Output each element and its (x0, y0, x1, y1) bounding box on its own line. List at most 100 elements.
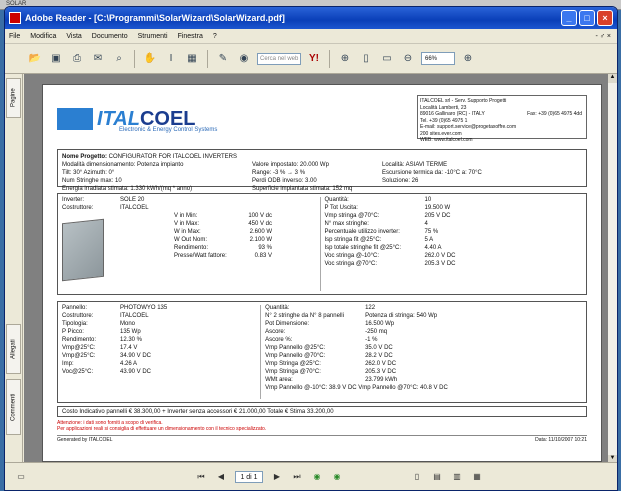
email-icon[interactable]: ✉ (90, 51, 106, 67)
italcoel-logo: ITAL COEL Electronic & Energy Control Sy… (57, 95, 217, 143)
project-row: Energia irradiata stimata: 1.330 kWh/(mq… (62, 185, 582, 193)
status-bar: ▭ ⏮ ◀ 1 di 1 ▶ ⏭ ◉ ◉ ▯ ▤ ▥ ▦ (5, 462, 617, 490)
title-bar[interactable]: Adobe Reader - [C:\Programmi\SolarWizard… (5, 7, 617, 29)
disclaimer: Attenzione: i dati sono forniti a scopo … (57, 420, 587, 432)
zoom-in-icon[interactable]: ⊕ (460, 51, 476, 67)
toolbar-separator (207, 49, 208, 68)
menu-help[interactable]: ? (213, 33, 217, 40)
continuous-icon[interactable]: ▤ (431, 471, 443, 483)
logo-subtitle: Electronic & Energy Control Systems (119, 127, 218, 133)
menu-modifica[interactable]: Modifica (30, 33, 56, 40)
doc-window-controls[interactable]: - ♂ × (595, 33, 611, 40)
menu-file[interactable]: File (9, 33, 20, 40)
globe-icon[interactable]: ◉ (236, 51, 252, 67)
menu-finestra[interactable]: Finestra (178, 33, 203, 40)
address-fax: Fax: +39 (0)65 4975 4dd (527, 111, 582, 117)
facing-icon[interactable]: ▥ (451, 471, 463, 483)
inverter-spec-row: Inverter: SOLE 20 (62, 197, 145, 203)
panel-result-row: Vmp Stringa @70°C: 205.3 V DC (265, 369, 397, 375)
inverter-results: Quantità: 10 P Tot Uscita: 19.500 W Vmp st… (319, 197, 583, 291)
page-header: ITAL COEL Electronic & Energy Control Sy… (57, 95, 587, 143)
pdf-page: ITAL COEL Electronic & Energy Control Sy… (42, 84, 602, 462)
panel-results: Quantità: 122 N° 2 stringhe da N° 8 panne… (260, 305, 582, 399)
inverter-spec-row: Costruttore: ITALCOEL (62, 205, 149, 211)
project-box: Nome Progetto: CONFIGURATOR FOR ITALCOEL… (57, 149, 587, 192)
inverter-spec-row: V in Max: 450 V dc (174, 221, 272, 227)
single-page-icon[interactable]: ▯ (411, 471, 423, 483)
zoom-icon[interactable]: ⊕ (337, 51, 353, 67)
reader-window: Adobe Reader - [C:\Programmi\SolarWizard… (4, 6, 618, 491)
zoom-out-icon[interactable]: ⊖ (400, 51, 416, 67)
address-box: ITALCOEL srl - Serv. Supporto Progetti L… (417, 95, 587, 143)
project-field: Perdi ODB inverso: 3.00 (252, 178, 317, 184)
project-name-row: Nome Progetto: CONFIGURATOR FOR ITALCOEL… (62, 153, 582, 161)
panel-result-row: Vmp Stringa @25°C: 262.0 V DC (265, 361, 397, 367)
panel-spec-row: Vmp@25°C: 34.90 V DC (62, 353, 152, 359)
minimize-button[interactable]: _ (561, 10, 577, 26)
fit-width-icon[interactable]: ▭ (379, 51, 395, 67)
web-search-input[interactable]: Cerca nel web (257, 52, 301, 65)
inverter-result-row: Voc stringa @70°C: 205.3 V DC (324, 261, 456, 267)
panel-spec-row: Vmp@25°C: 17.4 V (62, 345, 138, 351)
inverter-result-row: Quantità: 10 (324, 197, 432, 203)
project-row: Num Stringhe max: 10 Perdi ODB inverso: 3… (62, 177, 582, 185)
project-field: Energia irradiata stimata: 1.330 kWh/(mq… (62, 186, 193, 192)
tab-pagine[interactable]: Pagine (6, 78, 21, 118)
panel-specs: Pannello: PHOTOWYO 135 Costruttore: ITALCO… (62, 305, 260, 399)
panel-extra-row: Vmp Pannello @-10°C: 38.9 V DC Vmp Panne… (265, 385, 448, 391)
project-field: Num Stringhe max: 10 (62, 178, 122, 184)
inverter-spec-row: V in Min: 100 V dc (174, 213, 272, 219)
project-field: Valore impostato: 20.000 Wp (252, 162, 329, 168)
maximize-button[interactable]: □ (579, 10, 595, 26)
comment-icon[interactable]: ✎ (215, 51, 231, 67)
yahoo-icon[interactable]: Y! (306, 51, 322, 67)
print-icon[interactable]: ⎙ (69, 51, 85, 67)
app-icon (9, 12, 21, 24)
open-icon[interactable]: 📂 (27, 51, 43, 67)
footer-date: Data: 11/10/2007 10:21 (535, 437, 587, 443)
menu-vista[interactable]: Vista (66, 33, 81, 40)
menu-documento[interactable]: Documento (92, 33, 128, 40)
panel-result-row: Vmp Pannello @25°C: 35.0 V DC (265, 345, 393, 351)
navigation-sidebar: Pagine Allegati Commenti (5, 74, 23, 464)
inverter-spec-row: W in Max: 2.600 W (174, 229, 272, 235)
snapshot-icon[interactable]: ▦ (184, 51, 200, 67)
inverter-result-row: Vmp stringa @70°C: 205 V DC (324, 213, 451, 219)
menu-strumenti[interactable]: Strumenti (138, 33, 168, 40)
panel-result-row: WMt area: 23.799 kWh (265, 377, 398, 383)
save-icon[interactable]: ▣ (48, 51, 64, 67)
document-viewport[interactable]: ITAL COEL Electronic & Energy Control Sy… (24, 74, 610, 464)
prev-page-icon[interactable]: ◀ (215, 471, 227, 483)
close-button[interactable]: × (597, 10, 613, 26)
page-number-field[interactable]: 1 di 1 (235, 470, 263, 483)
page-size-icon: ▭ (17, 472, 25, 481)
next-page-icon[interactable]: ▶ (271, 471, 283, 483)
inverter-result-row: Percentuale utilizzo inverter: 75 % (324, 229, 439, 235)
cost-row: Costo Indicativo pannelli € 38.300,00 + … (57, 406, 587, 417)
panel-spec-row: Rendimento: 12.30 % (62, 337, 143, 343)
tab-allegati[interactable]: Allegati (6, 324, 21, 374)
project-field: Range: -3 % → 3 % (252, 170, 306, 176)
panel-spec-row: Costruttore: ITALCOEL (62, 313, 149, 319)
zoom-level-field[interactable]: 66% (421, 52, 455, 65)
inverter-spec-row: Rendimento: 93 % (174, 245, 272, 251)
hand-tool-icon[interactable]: ✋ (142, 51, 158, 67)
fit-page-icon[interactable]: ▯ (358, 51, 374, 67)
continuous-facing-icon[interactable]: ▦ (471, 471, 483, 483)
toolbar-separator (329, 49, 330, 68)
vertical-scrollbar[interactable]: ▲ ▼ (608, 74, 617, 464)
last-page-icon[interactable]: ⏭ (291, 471, 303, 483)
scroll-up-icon[interactable]: ▲ (608, 74, 617, 83)
inverter-result-row: N° max stringhe: 4 (324, 221, 428, 227)
tab-commenti[interactable]: Commenti (6, 379, 21, 435)
select-tool-icon[interactable]: I (163, 51, 179, 67)
project-field: Superficie impiantata stimata: 152 mq (252, 186, 353, 192)
go-back-icon[interactable]: ◉ (311, 471, 323, 483)
search-icon[interactable]: ⌕ (111, 51, 127, 67)
first-page-icon[interactable]: ⏮ (195, 471, 207, 483)
panel-result-row: Vmp Pannello @70°C: 28.2 V DC (265, 353, 393, 359)
panel-spec-row: Imp: 4.26 A (62, 361, 138, 367)
go-forward-icon[interactable]: ◉ (331, 471, 343, 483)
project-field: Soluzione: 26 (382, 178, 419, 184)
panel-spec-row: Pannello: PHOTOWYO 135 (62, 305, 168, 311)
